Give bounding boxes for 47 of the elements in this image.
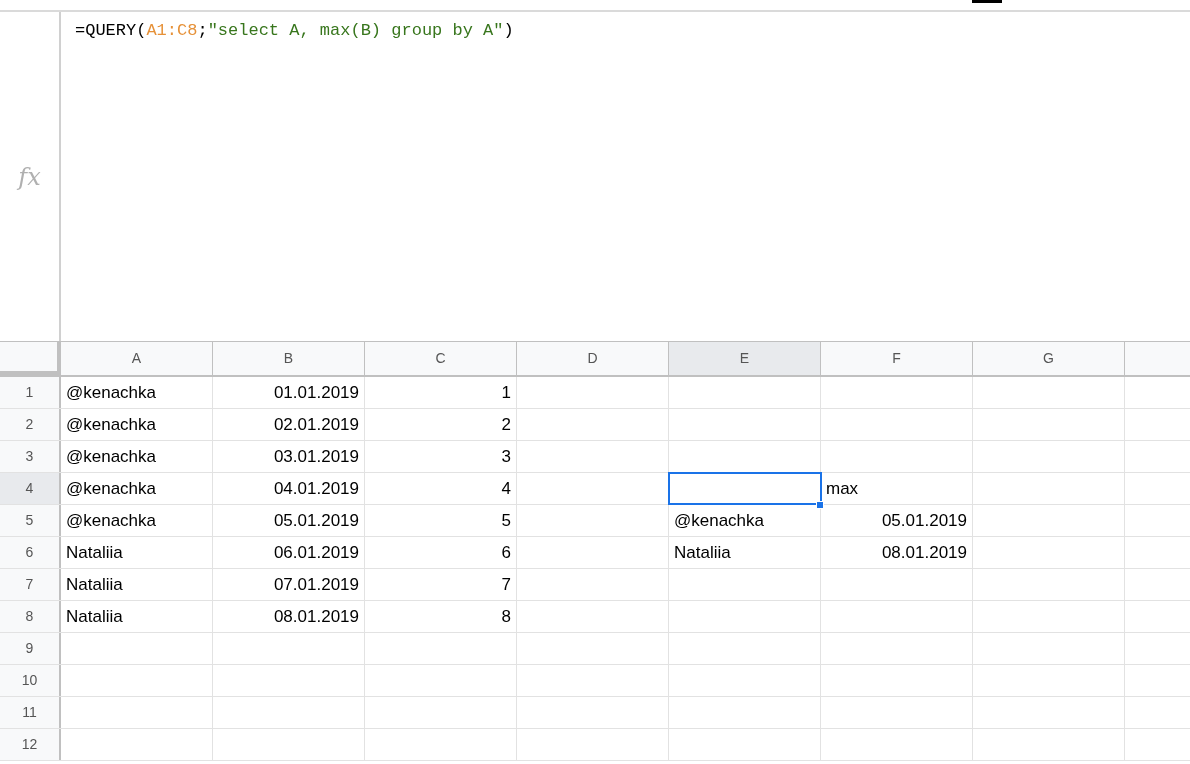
- row-header[interactable]: 11: [0, 697, 61, 728]
- table-cell[interactable]: 3: [365, 441, 517, 472]
- table-cell[interactable]: 07.01.2019: [213, 569, 365, 600]
- table-cell[interactable]: 5: [365, 505, 517, 536]
- row-header[interactable]: 7: [0, 569, 61, 600]
- row-header[interactable]: 6: [0, 537, 61, 568]
- table-cell[interactable]: 7: [365, 569, 517, 600]
- table-cell[interactable]: 6: [365, 537, 517, 568]
- table-cell[interactable]: 06.01.2019: [213, 537, 365, 568]
- row-header[interactable]: 12: [0, 729, 61, 760]
- table-cell[interactable]: 08.01.2019: [821, 537, 973, 568]
- row-header[interactable]: 9: [0, 633, 61, 664]
- formula-input[interactable]: =QUERY(A1:C8;"select A, max(B) group by A"): [61, 12, 1190, 341]
- row-header[interactable]: 8: [0, 601, 61, 632]
- table-cell[interactable]: Nataliia: [61, 601, 213, 632]
- table-cell[interactable]: 01.01.2019: [213, 377, 365, 408]
- table-cell[interactable]: 1: [365, 377, 517, 408]
- row-header[interactable]: 3: [0, 441, 61, 472]
- row-header[interactable]: 2: [0, 409, 61, 440]
- table-cell[interactable]: @kenachka: [61, 505, 213, 536]
- table-cell[interactable]: @kenachka: [61, 409, 213, 440]
- table-cell[interactable]: @kenachka: [61, 473, 213, 504]
- row-header[interactable]: 5: [0, 505, 61, 536]
- table-cell[interactable]: 05.01.2019: [821, 505, 973, 536]
- table-cell[interactable]: Nataliia: [669, 537, 821, 568]
- table-cell[interactable]: 04.01.2019: [213, 473, 365, 504]
- table-cell[interactable]: 8: [365, 601, 517, 632]
- table-cell[interactable]: @kenachka: [61, 377, 213, 408]
- row-header[interactable]: 4: [0, 473, 61, 504]
- table-cell[interactable]: @kenachka: [61, 441, 213, 472]
- table-cell[interactable]: @kenachka: [669, 505, 821, 536]
- fill-handle[interactable]: [816, 501, 824, 509]
- table-cell[interactable]: 08.01.2019: [213, 601, 365, 632]
- column-header[interactable]: E: [669, 342, 821, 375]
- row-header[interactable]: 1: [0, 377, 61, 408]
- table-cell[interactable]: 05.01.2019: [213, 505, 365, 536]
- color-bar-icon: [972, 0, 1002, 3]
- table-cell[interactable]: Nataliia: [61, 569, 213, 600]
- table-cell[interactable]: 02.01.2019: [213, 409, 365, 440]
- table-cell[interactable]: 2: [365, 409, 517, 440]
- fx-label: fx: [18, 161, 41, 193]
- table-cell[interactable]: 03.01.2019: [213, 441, 365, 472]
- selected-cell[interactable]: [669, 473, 821, 504]
- table-cell[interactable]: 4: [365, 473, 517, 504]
- table-cell[interactable]: Nataliia: [61, 537, 213, 568]
- table-cell[interactable]: max: [821, 473, 973, 504]
- row-header[interactable]: 10: [0, 665, 61, 696]
